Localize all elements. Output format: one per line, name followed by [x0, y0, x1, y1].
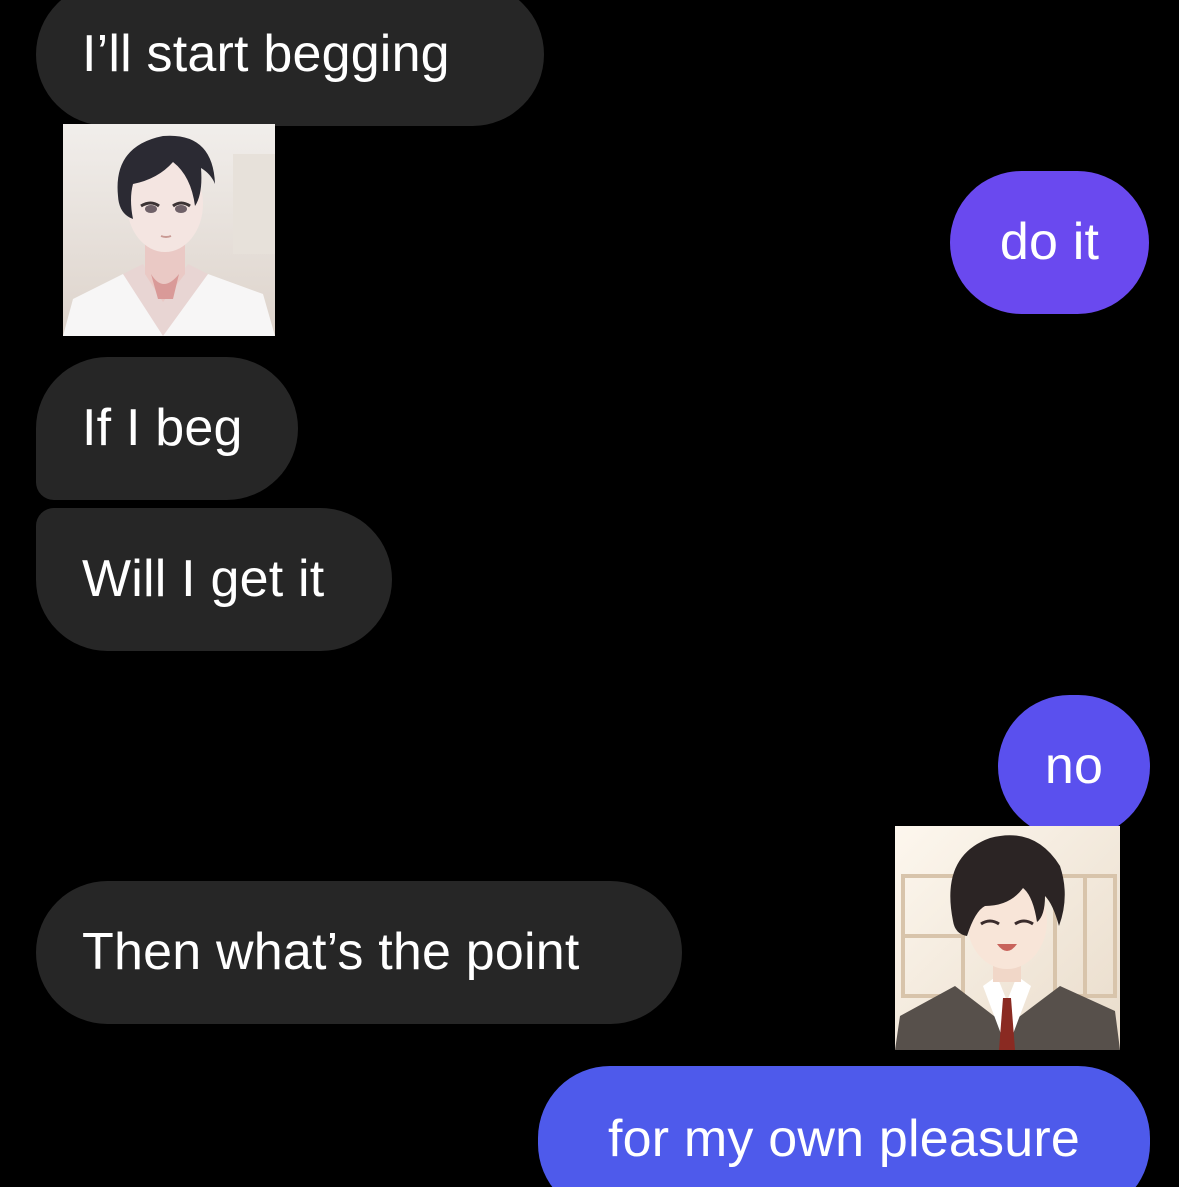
message-bubble-received[interactable]: I’ll start begging [36, 0, 544, 126]
message-text: Will I get it [82, 550, 325, 608]
message-bubble-sent[interactable]: for my own pleasure [538, 1066, 1150, 1187]
message-bubble-received[interactable]: Will I get it [36, 508, 392, 651]
message-text: I’ll start begging [82, 25, 450, 83]
avatar-image-illustration[interactable] [63, 124, 275, 336]
message-text: for my own pleasure [607, 1110, 1080, 1168]
avatar-image-illustration[interactable] [895, 826, 1120, 1050]
chat-thread[interactable]: I’ll start begging do it If I beg Will I… [0, 0, 1179, 1187]
message-text: no [1044, 737, 1104, 795]
smiling-man-portrait-icon [895, 826, 1120, 1050]
message-text: do it [999, 213, 1100, 271]
message-text: Then what’s the point [82, 923, 580, 981]
man-portrait-icon [63, 124, 275, 336]
message-bubble-received[interactable]: Then what’s the point [36, 881, 682, 1024]
message-bubble-sent[interactable]: no [998, 695, 1150, 838]
message-bubble-sent[interactable]: do it [950, 171, 1149, 314]
message-text: If I beg [82, 399, 243, 457]
message-bubble-received[interactable]: If I beg [36, 357, 298, 500]
